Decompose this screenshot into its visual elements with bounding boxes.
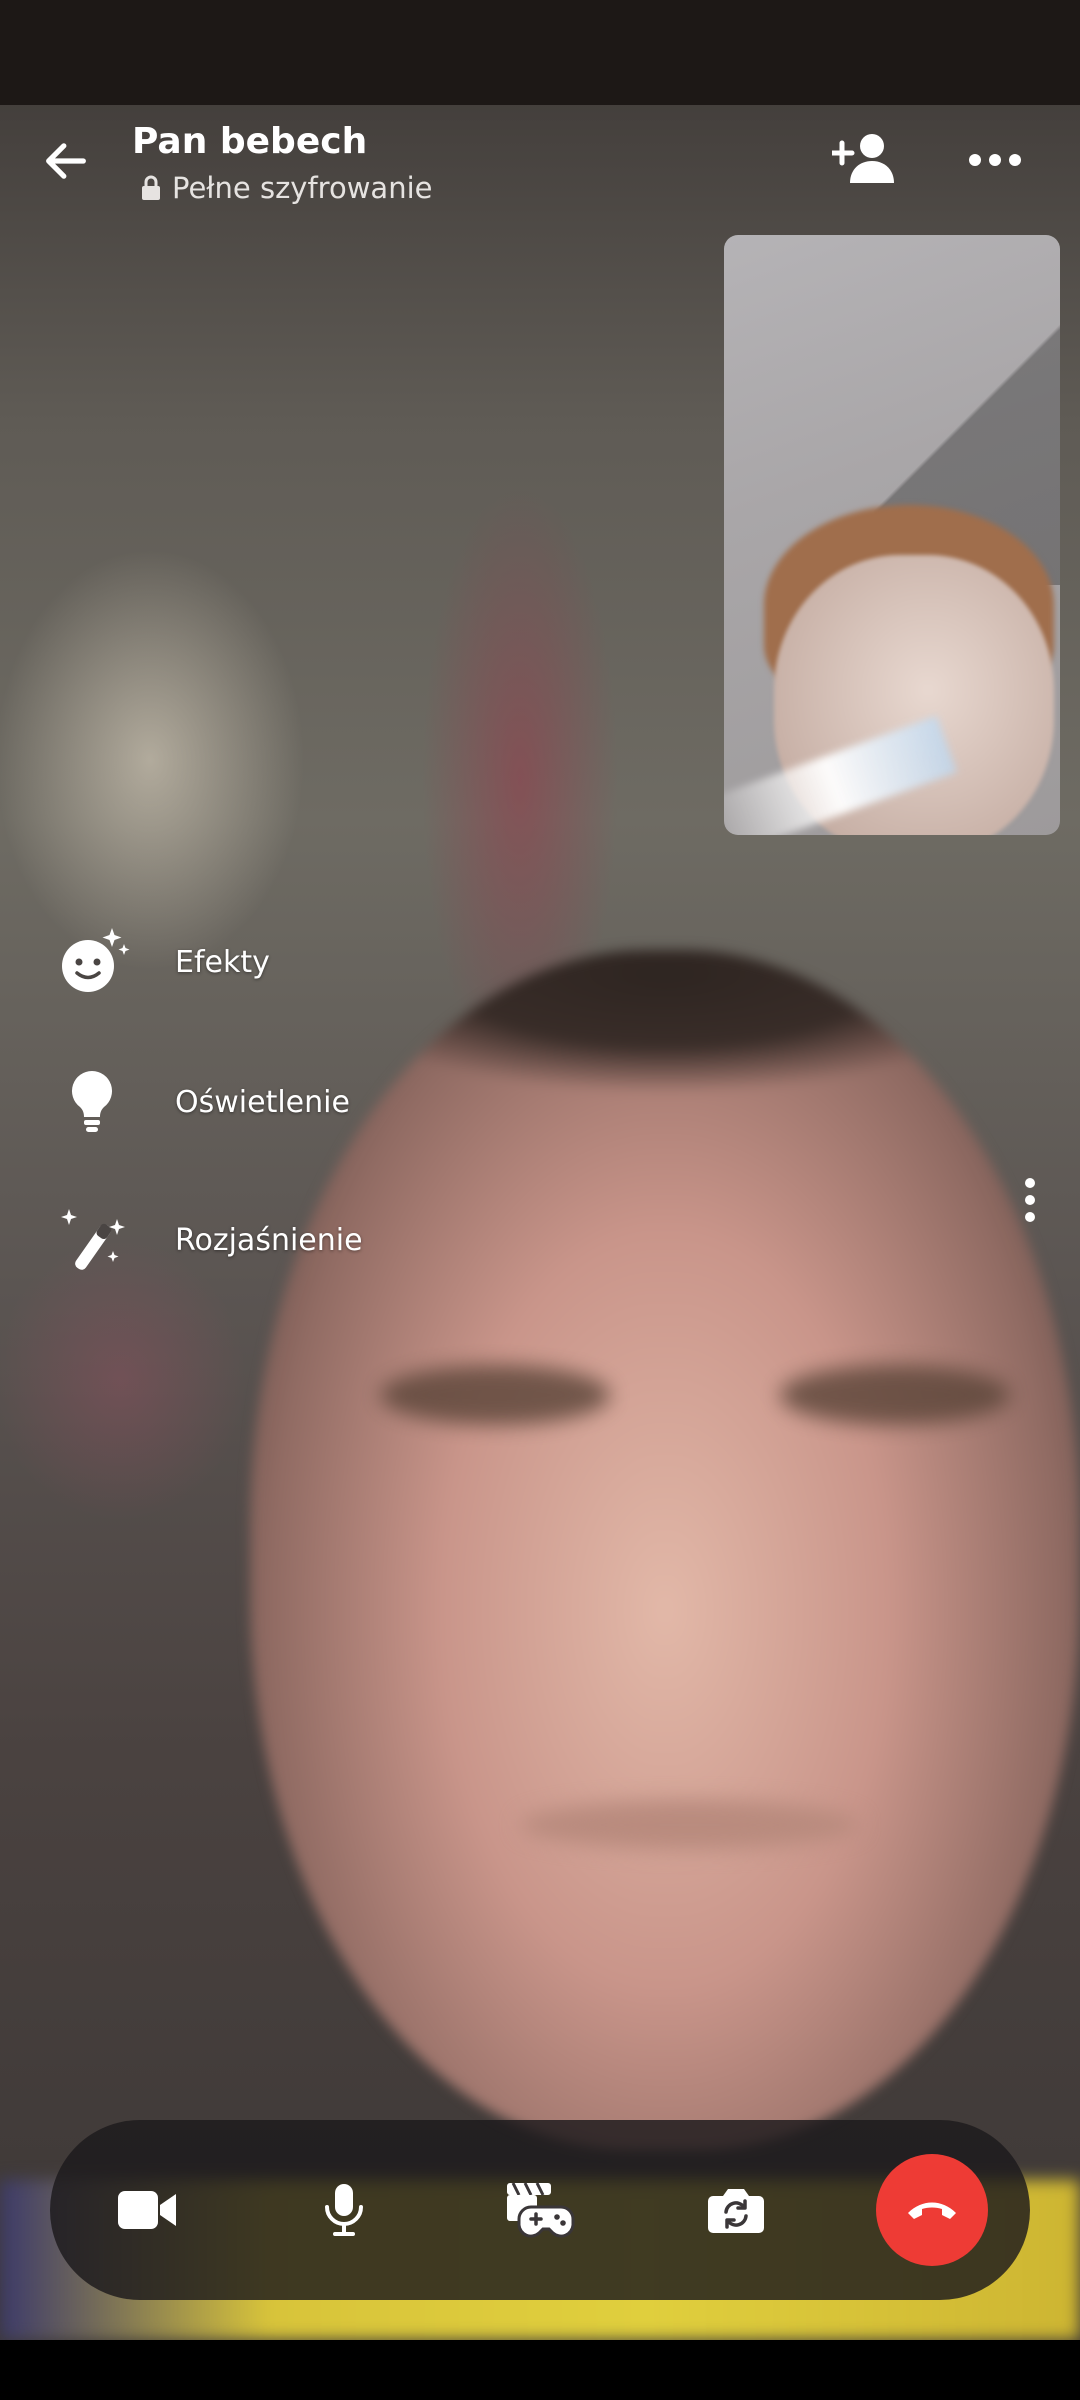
side-menu-button[interactable]: [1010, 1170, 1050, 1230]
self-video-preview[interactable]: [724, 235, 1060, 835]
more-vertical-icon: [1025, 1178, 1035, 1222]
contact-name: Pan bebech: [132, 121, 368, 162]
add-participant-button[interactable]: [826, 125, 904, 191]
lighting-label: Oświetlenie: [175, 1084, 350, 1120]
brightening-label: Rozjaśnienie: [175, 1222, 363, 1258]
add-person-icon: [832, 134, 894, 183]
lightbulb-icon: [52, 1062, 132, 1142]
remote-participant-face: [250, 950, 1080, 2150]
more-horizontal-icon: [969, 154, 1021, 166]
remote-face-detail: [780, 1365, 1010, 1425]
status-bar: [0, 0, 1080, 105]
lock-icon: [142, 175, 160, 200]
camera-flip-icon: [708, 2189, 764, 2233]
encryption-label: Pełne szyfrowanie: [172, 171, 433, 205]
game-controller-icon: [507, 2182, 575, 2238]
microphone-toggle-button[interactable]: [284, 2150, 404, 2270]
navigation-bar: [0, 2340, 1080, 2400]
microphone-icon: [325, 2184, 363, 2236]
remote-face-detail: [520, 1800, 860, 1850]
arrow-left-icon: [46, 143, 86, 179]
hang-up-icon: [908, 2202, 956, 2219]
face-sparkle-icon: [52, 922, 132, 1002]
games-button[interactable]: [480, 2150, 600, 2270]
call-header: Pan bebech Pełne szyfrowanie: [0, 105, 1080, 215]
end-call-button[interactable]: [876, 2154, 988, 2266]
flip-camera-button[interactable]: [676, 2150, 796, 2270]
lighting-item[interactable]: Oświetlenie: [52, 1052, 350, 1152]
more-options-button[interactable]: [958, 127, 1032, 193]
encryption-status: Pełne szyfrowanie: [140, 171, 432, 205]
camera-toggle-button[interactable]: [88, 2150, 208, 2270]
video-camera-icon: [118, 2191, 176, 2229]
back-button[interactable]: [30, 125, 102, 197]
effects-label: Efekty: [175, 944, 270, 980]
effects-item[interactable]: Efekty: [52, 912, 270, 1012]
magic-wand-icon: [52, 1200, 132, 1280]
remote-face-detail: [380, 1365, 610, 1425]
brightening-item[interactable]: Rozjaśnienie: [52, 1190, 363, 1290]
call-controls-bar: [50, 2120, 1030, 2300]
